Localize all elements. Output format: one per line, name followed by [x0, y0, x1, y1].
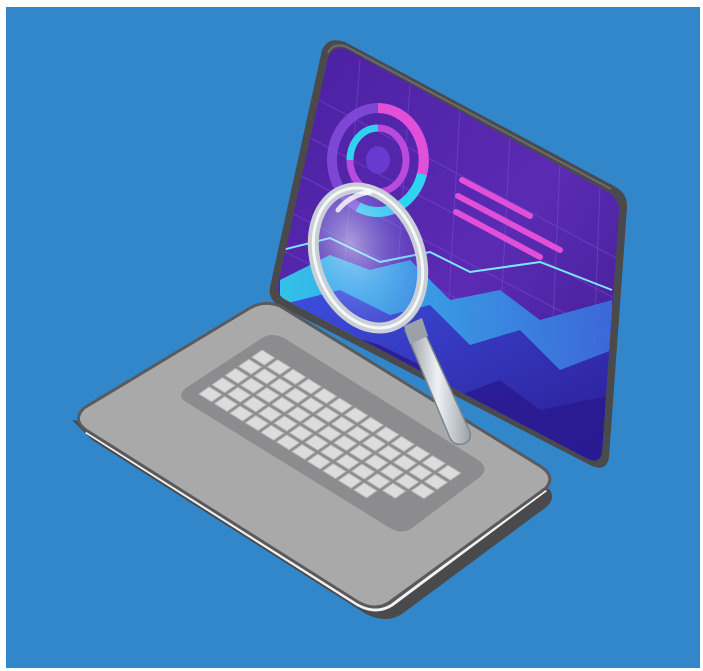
- illustration-canvas: [0, 0, 703, 671]
- laptop-illustration: [6, 7, 700, 668]
